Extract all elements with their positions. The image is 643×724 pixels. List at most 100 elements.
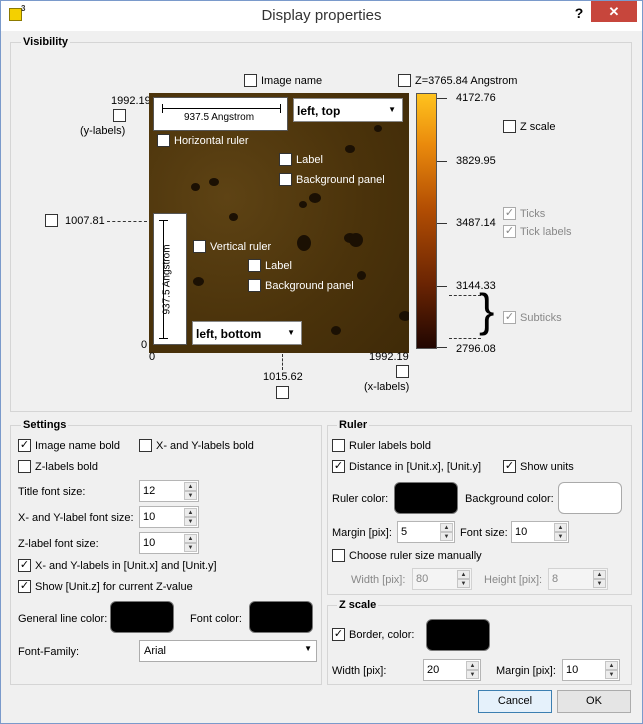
stepper-down-icon[interactable]: ▼	[554, 532, 567, 541]
zscale-width-stepper[interactable]: 20 ▲ ▼	[423, 659, 481, 681]
z-font-size-stepper[interactable]: 10 ▲ ▼	[139, 532, 199, 554]
cbar-tick-label: 3829.95	[456, 155, 496, 167]
cancel-button[interactable]: Cancel	[478, 690, 552, 713]
show-units-checkbox[interactable]: ✓	[503, 460, 516, 473]
ruler-height-label: Height [pix]:	[484, 574, 543, 586]
ruler-margin-stepper[interactable]: 5 ▲ ▼	[397, 521, 455, 543]
vertical-ruler-tick-bottom	[159, 338, 168, 339]
z-labels-bold-checkbox[interactable]	[18, 460, 31, 473]
ruler-group-label: Ruler	[337, 419, 370, 431]
image-name-bold-label: Image name bold	[35, 440, 120, 452]
ruler-font-size-stepper[interactable]: 10 ▲ ▼	[511, 521, 569, 543]
v-label-checkbox[interactable]	[248, 259, 261, 272]
z-scale-checkbox[interactable]	[503, 120, 516, 133]
stepper-up-icon[interactable]: ▲	[184, 534, 197, 543]
xy-font-size-value: 10	[143, 511, 156, 523]
vertical-ruler-position-value: left, bottom	[196, 327, 262, 341]
v-background-checkbox[interactable]	[248, 279, 261, 292]
stepper-up-icon[interactable]: ▲	[466, 661, 479, 670]
y-top-checkbox[interactable]	[113, 109, 126, 122]
v-label-label: Label	[265, 260, 292, 272]
stepper-down-icon[interactable]: ▼	[466, 670, 479, 679]
background-color-swatch[interactable]	[558, 482, 622, 514]
zscale-border-color-swatch[interactable]	[426, 619, 490, 651]
stepper-up-icon[interactable]: ▲	[457, 570, 470, 579]
stepper-up-icon[interactable]: ▲	[184, 482, 197, 491]
ruler-font-size-value: 10	[515, 526, 528, 538]
vertical-ruler-label: Vertical ruler	[210, 241, 272, 253]
title-font-size-label: Title font size:	[18, 486, 86, 498]
vertical-ruler-checkbox[interactable]	[193, 240, 206, 253]
tick-labels-checkbox[interactable]: ✓	[503, 225, 516, 238]
horizontal-ruler-tick-right	[280, 104, 281, 113]
stepper-up-icon[interactable]: ▲	[605, 661, 618, 670]
subticks-checkbox[interactable]: ✓	[503, 311, 516, 324]
horizontal-ruler-checkbox[interactable]	[157, 134, 170, 147]
show-unit-z-checkbox[interactable]: ✓	[18, 580, 31, 593]
stepper-down-icon[interactable]: ▼	[457, 579, 470, 588]
ruler-height-stepper[interactable]: 8 ▲ ▼	[548, 568, 608, 590]
x-right-checkbox[interactable]	[396, 365, 409, 378]
y-mid-checkbox[interactable]	[45, 214, 58, 227]
cbar-tick	[437, 286, 447, 287]
stepper-down-icon[interactable]: ▼	[593, 579, 606, 588]
scan-spot	[297, 235, 311, 251]
subticks-dashed-bottom	[449, 338, 481, 339]
stepper-down-icon[interactable]: ▼	[605, 670, 618, 679]
help-button[interactable]: ?	[570, 5, 588, 21]
xy-units-checkbox[interactable]: ✓	[18, 559, 31, 572]
ruler-height-value: 8	[552, 573, 559, 585]
cbar-tick-label: 3487.14	[456, 217, 496, 229]
zscale-margin-stepper[interactable]: 10 ▲ ▼	[562, 659, 620, 681]
ruler-width-stepper[interactable]: 80 ▲ ▼	[412, 568, 472, 590]
y-top-value: 1992.19	[111, 95, 151, 107]
xy-units-label: X- and Y-labels in [Unit.x] and [Unit.y]	[35, 560, 217, 572]
y-zero-label: 0	[141, 339, 148, 351]
image-name-checkbox[interactable]	[244, 74, 257, 87]
scan-spot	[357, 271, 366, 280]
stepper-up-icon[interactable]: ▲	[184, 508, 197, 517]
vertical-ruler-position-select[interactable]: left, bottom ▼	[192, 321, 302, 345]
stepper-up-icon[interactable]: ▲	[554, 523, 567, 532]
y-labels-caption: (y-labels)	[80, 125, 126, 137]
z-value-checkbox[interactable]	[398, 74, 411, 87]
zscale-margin-value: 10	[566, 664, 579, 676]
horizontal-ruler-position-select[interactable]: left, top ▼	[293, 98, 403, 122]
h-background-checkbox[interactable]	[279, 173, 292, 186]
stepper-up-icon[interactable]: ▲	[440, 523, 453, 532]
xy-font-size-stepper[interactable]: 10 ▲ ▼	[139, 506, 199, 528]
z-font-size-value: 10	[143, 537, 156, 549]
x-mid-checkbox[interactable]	[276, 386, 289, 399]
scan-spot	[399, 311, 409, 321]
scan-spot	[331, 326, 341, 335]
ruler-color-swatch[interactable]	[394, 482, 458, 514]
choose-ruler-size-checkbox[interactable]	[332, 549, 345, 562]
ticks-checkbox[interactable]: ✓	[503, 207, 516, 220]
ticks-label: Ticks	[520, 208, 546, 220]
horizontal-ruler-label: Horizontal ruler	[174, 135, 249, 147]
close-button[interactable]: ✕	[591, 1, 637, 22]
ruler-labels-bold-checkbox[interactable]	[332, 439, 345, 452]
stepper-down-icon[interactable]: ▼	[184, 517, 197, 526]
horizontal-ruler-line	[162, 108, 280, 109]
image-name-bold-checkbox[interactable]: ✓	[18, 439, 31, 452]
title-font-size-stepper[interactable]: 12 ▲ ▼	[139, 480, 199, 502]
scan-image	[149, 93, 409, 353]
stepper-down-icon[interactable]: ▼	[440, 532, 453, 541]
h-label-checkbox[interactable]	[279, 153, 292, 166]
stepper-down-icon[interactable]: ▼	[184, 543, 197, 552]
xy-labels-bold-checkbox[interactable]	[139, 439, 152, 452]
font-color-swatch[interactable]	[249, 601, 313, 633]
stepper-down-icon[interactable]: ▼	[184, 491, 197, 500]
scan-spot	[345, 145, 355, 153]
scan-spot	[349, 233, 363, 247]
distance-units-checkbox[interactable]: ✓	[332, 460, 345, 473]
font-family-select[interactable]: Arial ▼	[139, 640, 317, 662]
ruler-width-label: Width [pix]:	[351, 574, 406, 586]
stepper-up-icon[interactable]: ▲	[593, 570, 606, 579]
ok-button[interactable]: OK	[557, 690, 631, 713]
general-line-color-swatch[interactable]	[110, 601, 174, 633]
font-color-label: Font color:	[190, 613, 242, 625]
zscale-border-checkbox[interactable]: ✓	[332, 628, 345, 641]
ruler-font-size-label: Font size:	[460, 527, 508, 539]
